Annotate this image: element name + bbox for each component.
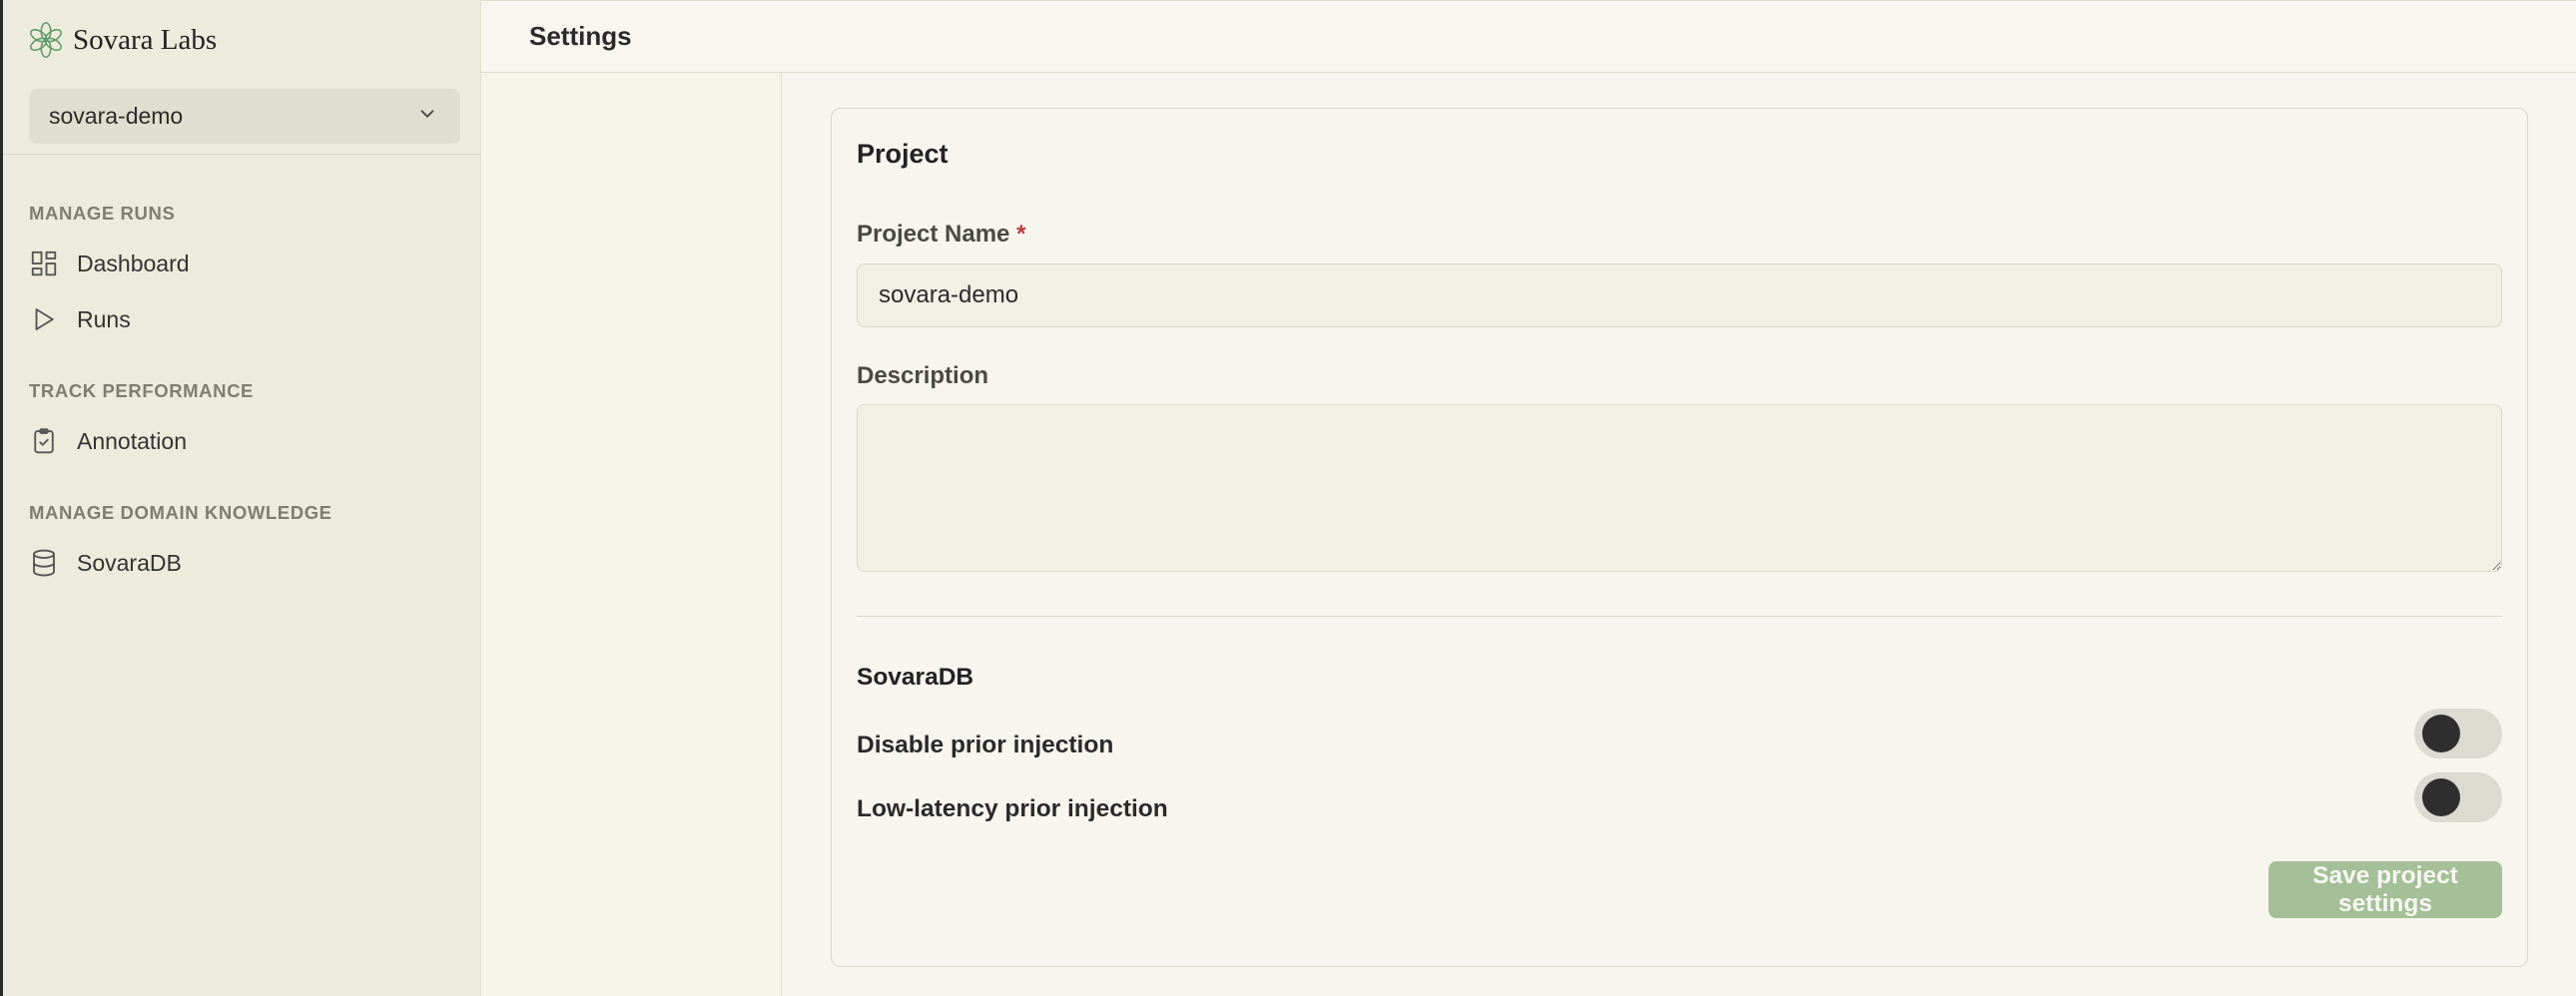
sidebar-divider bbox=[3, 154, 483, 155]
sidebar-item-label: SovaraDB bbox=[77, 549, 182, 576]
description-label: Description bbox=[857, 362, 989, 389]
sovaradb-section-title: SovaraDB bbox=[857, 664, 974, 691]
dashboard-grid-icon bbox=[29, 249, 59, 278]
project-name-input[interactable] bbox=[857, 263, 2502, 327]
sidebar-item-label: Runs bbox=[77, 305, 131, 332]
sidebar-item-sovaradb[interactable]: SovaraDB bbox=[29, 543, 468, 583]
sidebar-item-annotation[interactable]: Annotation bbox=[29, 421, 468, 461]
clipboard-check-icon bbox=[29, 426, 59, 456]
description-textarea[interactable] bbox=[857, 404, 2502, 572]
database-icon bbox=[29, 548, 59, 578]
project-name-label: Project Name * bbox=[857, 221, 1025, 249]
sidebar-item-dashboard[interactable]: Dashboard bbox=[29, 244, 468, 283]
chevron-down-icon bbox=[416, 103, 438, 131]
brand[interactable]: Sovara Labs bbox=[27, 20, 217, 60]
play-icon bbox=[29, 304, 59, 334]
settings-subnav bbox=[481, 73, 782, 996]
low-latency-prior-injection-toggle[interactable] bbox=[2414, 772, 2502, 822]
section-label-track-performance: TRACK PERFORMANCE bbox=[29, 380, 255, 401]
required-mark: * bbox=[1016, 221, 1026, 248]
top-bar: Settings bbox=[481, 0, 2576, 73]
app-window: Sovara Labs sovara-demo MANAGE RUNS Dash… bbox=[0, 0, 2576, 996]
sidebar-item-label: Annotation bbox=[77, 427, 187, 454]
disable-prior-injection-label: Disable prior injection bbox=[857, 732, 1114, 758]
low-latency-prior-injection-label: Low-latency prior injection bbox=[857, 795, 1168, 822]
save-project-settings-button[interactable]: Save project settings bbox=[2268, 861, 2502, 918]
card-title: Project bbox=[857, 139, 949, 169]
section-label-manage-domain-knowledge: MANAGE DOMAIN KNOWLEDGE bbox=[29, 502, 332, 523]
sidebar-item-label: Dashboard bbox=[77, 249, 190, 276]
disable-prior-injection-toggle[interactable] bbox=[2414, 709, 2502, 758]
project-selector-value: sovara-demo bbox=[49, 103, 184, 129]
sidebar: Sovara Labs sovara-demo MANAGE RUNS Dash… bbox=[0, 0, 483, 996]
sidebar-item-runs[interactable]: Runs bbox=[29, 299, 468, 339]
flower-logo-icon bbox=[27, 21, 65, 59]
toggle-knob bbox=[2422, 778, 2460, 816]
card-divider bbox=[857, 616, 2502, 617]
section-label-manage-runs: MANAGE RUNS bbox=[29, 203, 176, 224]
toggle-knob bbox=[2422, 715, 2460, 752]
project-settings-card: Project Project Name * Description Sovar… bbox=[831, 108, 2528, 967]
page-title: Settings bbox=[529, 21, 632, 51]
project-selector[interactable]: sovara-demo bbox=[29, 89, 460, 144]
brand-name: Sovara Labs bbox=[73, 23, 218, 56]
project-name-label-text: Project Name bbox=[857, 221, 1010, 248]
